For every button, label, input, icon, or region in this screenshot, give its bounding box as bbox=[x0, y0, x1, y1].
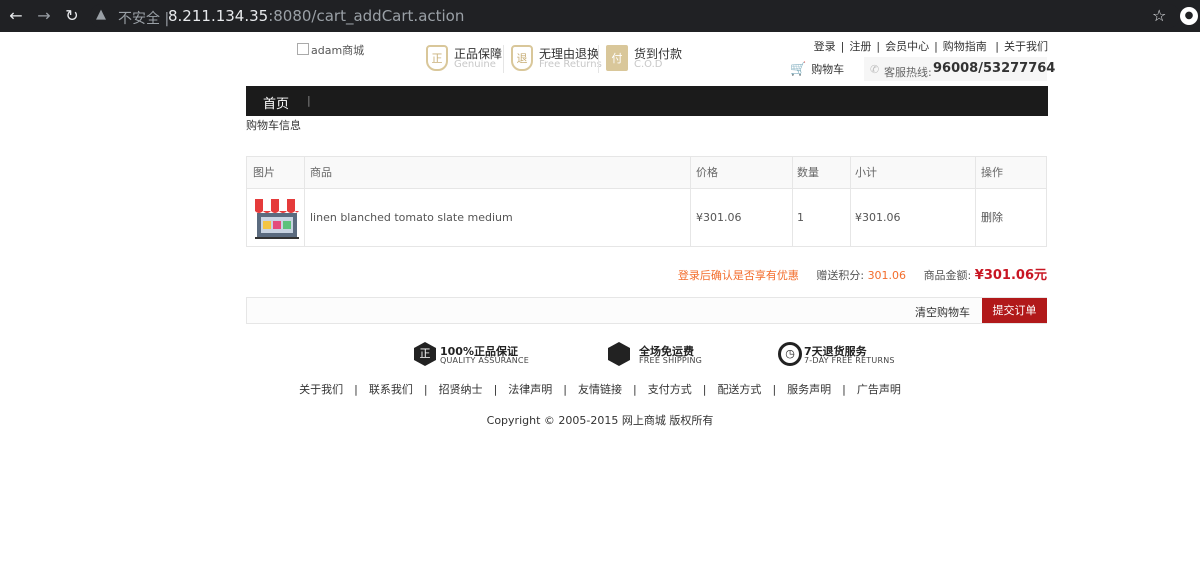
cart-icon: 🛒 bbox=[790, 62, 807, 77]
table-row: linen blanched tomato slate medium ¥301.… bbox=[247, 189, 1046, 246]
clear-cart-button[interactable]: 清空购物车 bbox=[915, 304, 970, 320]
top-links: 登录 | 注册 | 会员中心 | 购物指南 | 关于我们 bbox=[813, 40, 1048, 53]
profile-avatar[interactable]: ● bbox=[1180, 7, 1198, 25]
footer-link[interactable]: 服务声明 bbox=[787, 383, 831, 396]
product-thumbnail[interactable] bbox=[253, 193, 301, 241]
footer-link[interactable]: 联系我们 bbox=[369, 383, 413, 396]
cart-action-bar: 清空购物车 bbox=[246, 297, 1047, 324]
footer-link[interactable]: 招贤纳士 bbox=[439, 383, 483, 396]
product-price: ¥301.06 bbox=[696, 211, 742, 224]
bookmark-star-icon[interactable]: ☆ bbox=[1152, 6, 1166, 25]
about-us-link[interactable]: 关于我们 bbox=[1004, 40, 1048, 53]
clock-icon: ◷ bbox=[778, 342, 802, 366]
table-header: 图片 商品 价格 数量 小计 操作 bbox=[247, 157, 1046, 189]
nav-home[interactable]: 首页 bbox=[263, 93, 289, 112]
cart-table: 图片 商品 价格 数量 小计 操作 linen blanched tomato … bbox=[246, 156, 1047, 247]
footer-link[interactable]: 法律声明 bbox=[508, 383, 552, 396]
back-icon[interactable]: ← bbox=[6, 6, 26, 26]
url-text[interactable]: 8.211.134.35:8080/cart_addCart.action bbox=[168, 7, 464, 25]
footer-link[interactable]: 配送方式 bbox=[717, 383, 761, 396]
member-center-link[interactable]: 会员中心 bbox=[885, 40, 929, 53]
footer-link[interactable]: 广告声明 bbox=[857, 383, 901, 396]
register-link[interactable]: 注册 bbox=[849, 40, 871, 53]
footer-links: 关于我们 | 联系我们 | 招贤纳士 | 法律声明 | 友情链接 | 支付方式 | 配送方式 | 服务声明 |… bbox=[299, 383, 901, 396]
phone-icon: ✆ bbox=[870, 63, 880, 76]
copyright: Copyright © 2005-2015 网上商城 版权所有 bbox=[486, 414, 714, 427]
promo-note[interactable]: 登录后确认是否享有优惠 bbox=[678, 269, 799, 282]
footer-link[interactable]: 支付方式 bbox=[648, 383, 692, 396]
points-value: 301.06 bbox=[867, 269, 907, 282]
login-link[interactable]: 登录 bbox=[814, 40, 836, 53]
quality-shield-icon: 正 bbox=[414, 342, 436, 366]
main-nav: 首页 | bbox=[246, 86, 1048, 116]
footer-link[interactable]: 关于我们 bbox=[299, 383, 343, 396]
shield-icon: 正 bbox=[426, 45, 448, 71]
cart-totals: 登录后确认是否享有优惠 赠送积分: 301.06 商品金额: ¥301.06元 bbox=[677, 268, 1047, 283]
reload-icon[interactable]: ↻ bbox=[62, 6, 82, 26]
total-amount: ¥301.06元 bbox=[974, 268, 1047, 283]
shopping-guide-link[interactable]: 购物指南 bbox=[943, 40, 987, 53]
cart-link[interactable]: 🛒 购物车 bbox=[790, 61, 844, 77]
shield-icon: 退 bbox=[511, 45, 533, 71]
page-title: 购物车信息 bbox=[246, 119, 301, 132]
submit-order-button[interactable]: 提交订单 bbox=[982, 298, 1047, 323]
delete-link[interactable]: 删除 bbox=[981, 189, 1003, 246]
box-icon bbox=[608, 342, 630, 366]
site-logo[interactable]: adam商城 bbox=[297, 42, 364, 58]
footer-link[interactable]: 友情链接 bbox=[578, 383, 622, 396]
insecure-label[interactable]: 不安全 | bbox=[118, 8, 169, 28]
forward-icon[interactable]: → bbox=[34, 6, 54, 26]
warning-icon[interactable]: ▲ bbox=[96, 7, 106, 22]
browser-toolbar: ← → ↻ ▲ 不安全 | 8.211.134.35:8080/cart_add… bbox=[0, 0, 1200, 32]
broken-image-icon bbox=[297, 43, 309, 55]
product-name[interactable]: linen blanched tomato slate medium bbox=[310, 189, 513, 246]
product-qty: 1 bbox=[797, 211, 804, 224]
product-subtotal: ¥301.06 bbox=[855, 211, 901, 224]
hotline-box: ✆ 客服热线: 96008/53277764 bbox=[864, 57, 1055, 81]
cod-icon: 付 bbox=[606, 45, 628, 71]
